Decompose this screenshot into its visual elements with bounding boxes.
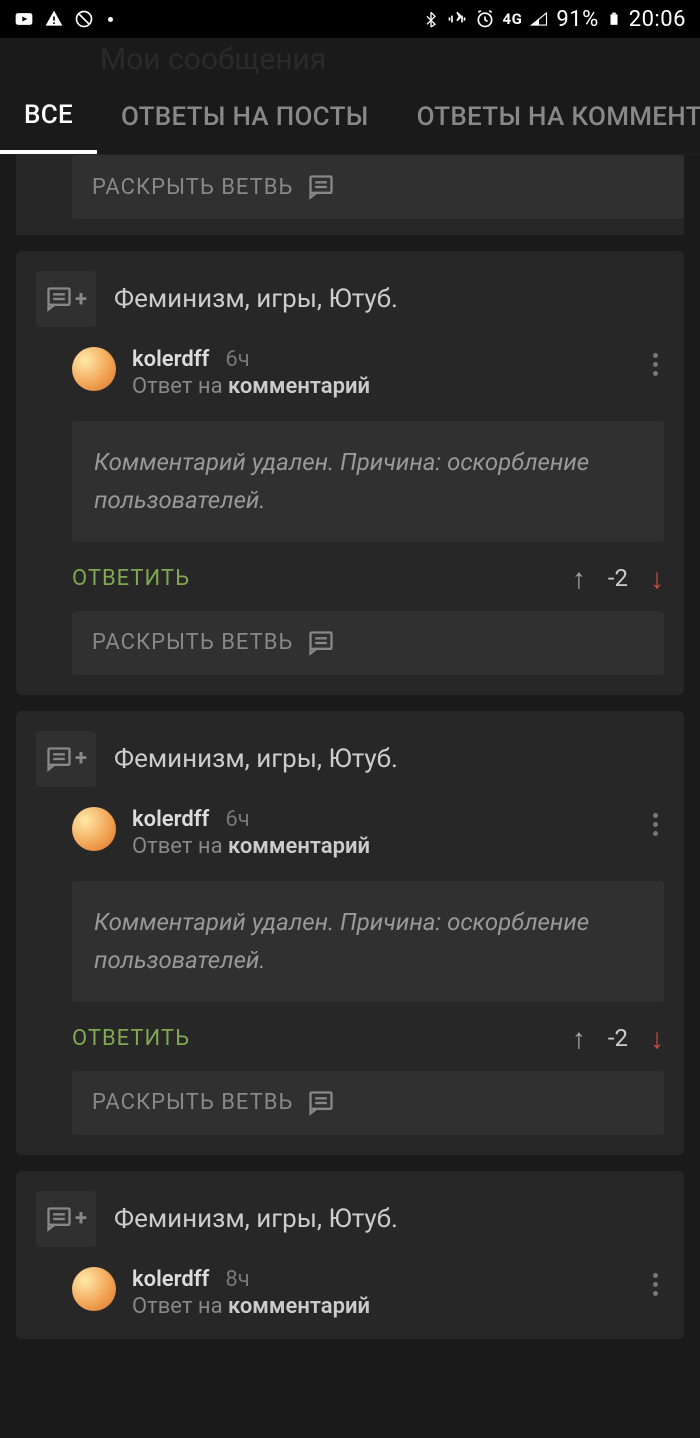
alarm-icon: [475, 9, 495, 29]
message-card: + Феминизм, игры, Ютуб. kolerdff 6ч Отве…: [16, 711, 684, 1155]
vibrate-icon: [447, 9, 467, 29]
tab-comment-replies[interactable]: ОТВЕТЫ НА КОММЕНТАР: [393, 80, 700, 154]
message-card: + Феминизм, игры, Ютуб. kolerdff 8ч Отве…: [16, 1171, 684, 1339]
card-header[interactable]: + Феминизм, игры, Ютуб.: [36, 1191, 664, 1247]
username[interactable]: kolerdff: [132, 1267, 209, 1292]
tab-post-replies[interactable]: ОТВЕТЫ НА ПОСТЫ: [97, 80, 393, 154]
post-title: Феминизм, игры, Ютуб.: [114, 284, 398, 314]
avatar[interactable]: [72, 347, 116, 391]
actions-row: ОТВЕТИТЬ ↑ -2 ↓: [72, 562, 664, 595]
message-card: + Феминизм, игры, Ютуб. kolerdff 6ч Отве…: [16, 251, 684, 695]
vote-group: ↑ -2 ↓: [572, 562, 664, 595]
expand-branch-button[interactable]: РАСКРЫТЬ ВЕТВЬ: [72, 155, 684, 219]
no-entry-icon: [74, 9, 94, 29]
chat-icon: [45, 745, 73, 773]
post-title: Феминизм, игры, Ютуб.: [114, 744, 398, 774]
reply-to-line[interactable]: Ответ на комментарий: [132, 834, 631, 859]
clock: 20:06: [629, 7, 686, 32]
vote-score: -2: [608, 564, 628, 592]
plus-icon: +: [75, 287, 87, 312]
more-menu-icon[interactable]: [647, 1267, 664, 1302]
thread-icon-box: +: [36, 271, 96, 327]
vote-group: ↑ -2 ↓: [572, 1022, 664, 1055]
avatar[interactable]: [72, 1267, 116, 1311]
reply-to-target: комментарий: [228, 834, 370, 859]
reply-to-prefix: Ответ на: [132, 374, 223, 399]
chat-icon: [307, 173, 335, 201]
page-title: Мои сообщения: [100, 42, 326, 77]
chat-icon: [307, 1089, 335, 1117]
card-partial-top: РАСКРЫТЬ ВЕТВЬ: [16, 155, 684, 235]
timestamp: 6ч: [225, 807, 249, 832]
thread-icon-box: +: [36, 731, 96, 787]
expand-branch-button[interactable]: РАСКРЫТЬ ВЕТВЬ: [72, 611, 664, 675]
battery-icon: [607, 9, 621, 29]
reply-to-prefix: Ответ на: [132, 1294, 223, 1319]
chat-icon: [45, 1205, 73, 1233]
tabs-row: ВСЕ ОТВЕТЫ НА ПОСТЫ ОТВЕТЫ НА КОММЕНТАР: [0, 80, 700, 155]
more-menu-icon[interactable]: [647, 347, 664, 382]
status-left-icons: [14, 9, 113, 29]
bluetooth-icon: [423, 9, 439, 29]
plus-icon: +: [75, 1206, 87, 1231]
status-right-icons: 4G 91% 20:06: [423, 7, 686, 32]
downvote-icon[interactable]: ↓: [650, 562, 664, 595]
username[interactable]: kolerdff: [132, 347, 209, 372]
reply-to-target: комментарий: [228, 374, 370, 399]
comment-meta: kolerdff 8ч Ответ на комментарий: [72, 1267, 664, 1319]
more-menu-icon[interactable]: [647, 807, 664, 842]
post-title: Феминизм, игры, Ютуб.: [114, 1204, 398, 1234]
actions-row: ОТВЕТИТЬ ↑ -2 ↓: [72, 1022, 664, 1055]
avatar[interactable]: [72, 807, 116, 851]
reply-to-target: комментарий: [228, 1294, 370, 1319]
status-bar: 4G 91% 20:06: [0, 0, 700, 38]
network-badge: 4G: [503, 10, 523, 28]
reply-button[interactable]: ОТВЕТИТЬ: [72, 1026, 572, 1051]
feed: РАСКРЫТЬ ВЕТВЬ + Феминизм, игры, Ютуб. k…: [0, 155, 700, 1339]
reply-to-line[interactable]: Ответ на комментарий: [132, 374, 631, 399]
comment-body: Комментарий удален. Причина: оскорбление…: [72, 881, 664, 1002]
expand-branch-button[interactable]: РАСКРЫТЬ ВЕТВЬ: [72, 1071, 664, 1135]
comment-body: Комментарий удален. Причина: оскорбление…: [72, 421, 664, 542]
chat-icon: [45, 285, 73, 313]
upvote-icon[interactable]: ↑: [572, 1022, 586, 1055]
expand-label: РАСКРЫТЬ ВЕТВЬ: [92, 175, 293, 200]
reply-to-line[interactable]: Ответ на комментарий: [132, 1294, 631, 1319]
chat-icon: [307, 629, 335, 657]
comment-meta: kolerdff 6ч Ответ на комментарий: [72, 347, 664, 399]
tab-all[interactable]: ВСЕ: [0, 80, 97, 154]
comment-block: kolerdff 8ч Ответ на комментарий: [36, 1267, 664, 1319]
downvote-icon[interactable]: ↓: [650, 1022, 664, 1055]
vote-score: -2: [608, 1024, 628, 1052]
comment-meta: kolerdff 6ч Ответ на комментарий: [72, 807, 664, 859]
battery-percent: 91%: [556, 7, 598, 32]
comment-block: kolerdff 6ч Ответ на комментарий Коммент…: [36, 347, 664, 675]
plus-icon: +: [75, 746, 87, 771]
username[interactable]: kolerdff: [132, 807, 209, 832]
upvote-icon[interactable]: ↑: [572, 562, 586, 595]
reply-button[interactable]: ОТВЕТИТЬ: [72, 566, 572, 591]
card-header[interactable]: + Феминизм, игры, Ютуб.: [36, 271, 664, 327]
reply-to-prefix: Ответ на: [132, 834, 223, 859]
thread-icon-box: +: [36, 1191, 96, 1247]
comment-block: kolerdff 6ч Ответ на комментарий Коммент…: [36, 807, 664, 1135]
expand-label: РАСКРЫТЬ ВЕТВЬ: [92, 630, 293, 655]
card-header[interactable]: + Феминизм, игры, Ютуб.: [36, 731, 664, 787]
timestamp: 6ч: [225, 347, 249, 372]
signal-icon: [530, 9, 548, 29]
warning-icon: [44, 9, 64, 29]
dot-icon: [108, 17, 113, 22]
expand-label: РАСКРЫТЬ ВЕТВЬ: [92, 1090, 293, 1115]
timestamp: 8ч: [225, 1267, 249, 1292]
page-header: Мои сообщения: [0, 38, 700, 80]
youtube-icon: [14, 9, 34, 29]
